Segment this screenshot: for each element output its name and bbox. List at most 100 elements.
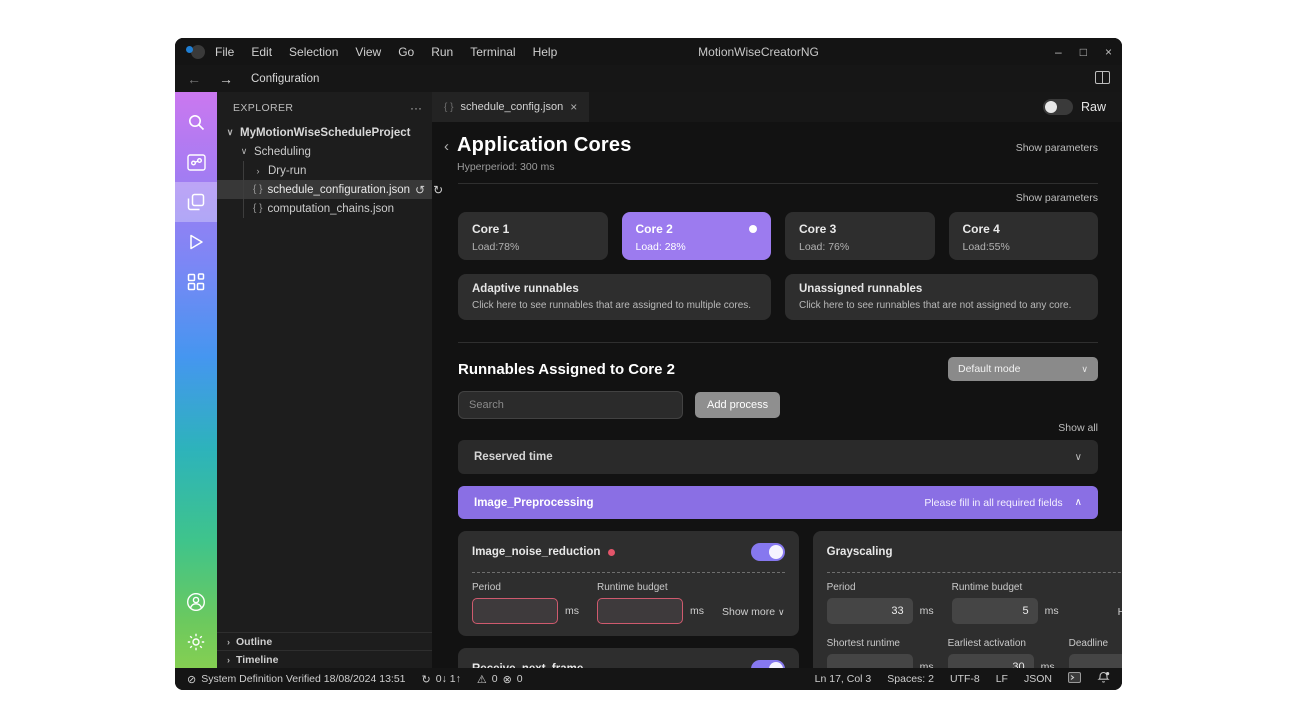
enable-toggle[interactable] <box>751 660 785 668</box>
settings-gear-icon[interactable] <box>175 622 217 662</box>
core-name: Core 3 <box>799 222 921 236</box>
divider <box>458 342 1098 343</box>
search-input[interactable] <box>458 391 683 419</box>
earliest-activation-input[interactable] <box>948 654 1034 668</box>
fields-row: Period ms Runtime budget <box>827 582 1122 624</box>
core-name: Core 2 <box>636 222 758 236</box>
reserved-time-panel[interactable]: Reserved time ∨ <box>458 440 1098 474</box>
outline-section[interactable]: › Outline <box>217 632 432 650</box>
menu-terminal[interactable]: Terminal <box>470 45 515 59</box>
chevron-up-icon: ∧ <box>1075 497 1082 508</box>
shortest-runtime-input[interactable] <box>827 654 913 668</box>
chevron-right-icon: › <box>227 655 230 665</box>
json-file-icon: { } <box>253 203 262 214</box>
tree-item-schedule-configuration[interactable]: { } schedule_configuration.json ↺ ↻ <box>217 180 432 199</box>
prompt-icon[interactable] <box>1068 672 1081 686</box>
image-preprocessing-header[interactable]: Image_Preprocessing Please fill in all r… <box>458 486 1098 519</box>
sync-file-icon[interactable]: ↻ <box>433 183 443 197</box>
hide-more-link[interactable]: Hide more ∧ <box>1118 606 1122 624</box>
runnables-section-title: Runnables Assigned to Core 2 <box>458 361 675 378</box>
system-definition-status[interactable]: ⊘ System Definition Verified 18/08/2024 … <box>187 673 406 686</box>
account-icon[interactable] <box>175 582 217 622</box>
page-title: Application Cores <box>457 134 632 157</box>
core-card-2[interactable]: Core 2 Load: 28% <box>622 212 772 260</box>
explorer-more-icon[interactable]: ··· <box>410 101 422 115</box>
forward-arrow-icon[interactable]: → <box>219 71 233 87</box>
discard-changes-icon[interactable]: ↺ <box>415 183 425 197</box>
show-all-link[interactable]: Show all <box>1058 422 1098 434</box>
runnable-header: Image_noise_reduction <box>472 543 785 561</box>
git-sync-status[interactable]: ↻ 0↓ 1↑ <box>422 673 461 686</box>
runtime-budget-field: Runtime budget ms <box>597 582 704 624</box>
tree-item-computation-chains[interactable]: { } computation_chains.json <box>217 199 432 218</box>
menu-go[interactable]: Go <box>398 45 414 59</box>
extensions-icon[interactable] <box>175 262 217 302</box>
pages-icon[interactable] <box>175 182 217 222</box>
period-input[interactable] <box>472 598 558 624</box>
timeline-section[interactable]: › Timeline <box>217 650 432 668</box>
language-mode[interactable]: JSON <box>1024 673 1052 685</box>
eol-setting[interactable]: LF <box>996 673 1008 685</box>
deadline-label: Deadline <box>1069 638 1122 649</box>
cursor-position[interactable]: Ln 17, Col 3 <box>815 673 872 685</box>
core-card-1[interactable]: Core 1 Load:78% <box>458 212 608 260</box>
activity-bar <box>175 92 217 668</box>
hyperperiod-label: Hyperperiod: 300 ms <box>457 161 632 173</box>
page-header: ‹ Application Cores Hyperperiod: 300 ms … <box>458 134 1098 173</box>
raw-toggle[interactable] <box>1043 99 1073 115</box>
explorer-sidebar: EXPLORER ··· ∨ MyMotionWiseScheduleProje… <box>217 92 432 668</box>
menu-file[interactable]: File <box>215 45 234 59</box>
menu-edit[interactable]: Edit <box>251 45 272 59</box>
tree-item-dry-run[interactable]: › Dry-run <box>217 161 432 180</box>
search-icon[interactable] <box>175 102 217 142</box>
core-load: Load:55% <box>963 241 1085 253</box>
run-icon[interactable] <box>175 222 217 262</box>
deadline-field: Deadline ms <box>1069 638 1122 668</box>
add-process-button[interactable]: Add process <box>695 392 780 418</box>
indentation-setting[interactable]: Spaces: 2 <box>887 673 934 685</box>
runnable-column-right: Grayscaling Period ms <box>813 531 1122 668</box>
tab-close-icon[interactable]: × <box>570 100 577 114</box>
encoding-setting[interactable]: UTF-8 <box>950 673 980 685</box>
menu-help[interactable]: Help <box>533 45 558 59</box>
adaptive-runnables-card[interactable]: Adaptive runnables Click here to see run… <box>458 274 771 320</box>
show-parameters-link-2[interactable]: Show parameters <box>1016 192 1098 204</box>
split-editor-icon[interactable] <box>1095 71 1110 87</box>
mode-dropdown[interactable]: Default mode ∨ <box>948 357 1098 381</box>
required-fields-warning: Please fill in all required fields <box>924 497 1062 509</box>
tree-item-scheduling[interactable]: ∨ Scheduling <box>217 142 432 161</box>
runtime-budget-input[interactable] <box>952 598 1038 624</box>
deadline-input[interactable] <box>1069 654 1122 668</box>
enable-toggle[interactable] <box>751 543 785 561</box>
status-bar: ⊘ System Definition Verified 18/08/2024 … <box>175 668 1122 690</box>
period-field: Period ms <box>472 582 579 624</box>
core-card-4[interactable]: Core 4 Load:55% <box>949 212 1099 260</box>
close-icon[interactable]: × <box>1105 45 1112 59</box>
tree-item-project[interactable]: ∨ MyMotionWiseScheduleProject <box>217 123 432 142</box>
problems-status[interactable]: ⚠ 0 ⊗ 0 <box>477 673 523 686</box>
menu-selection[interactable]: Selection <box>289 45 338 59</box>
runtime-budget-input[interactable] <box>597 598 683 624</box>
runnable-info-cards: Adaptive runnables Click here to see run… <box>458 274 1098 320</box>
error-icon: ⊗ <box>503 673 512 686</box>
back-arrow-icon[interactable]: ← <box>187 71 201 87</box>
tree-item-label: computation_chains.json <box>267 203 394 215</box>
show-parameters-link[interactable]: Show parameters <box>1016 134 1098 154</box>
system-definition-text: System Definition Verified 18/08/2024 13… <box>201 673 405 685</box>
scene-view-icon[interactable] <box>175 142 217 182</box>
period-input[interactable] <box>827 598 913 624</box>
menu-run[interactable]: Run <box>431 45 453 59</box>
core-card-3[interactable]: Core 3 Load: 76% <box>785 212 935 260</box>
tab-schedule-config[interactable]: { } schedule_config.json × <box>432 92 589 122</box>
maximize-icon[interactable]: □ <box>1080 45 1087 59</box>
menu-view[interactable]: View <box>355 45 381 59</box>
breadcrumb[interactable]: Configuration <box>251 73 319 85</box>
dashed-divider <box>827 572 1122 573</box>
show-more-link[interactable]: Show more ∨ <box>722 606 785 624</box>
unassigned-runnables-card[interactable]: Unassigned runnables Click here to see r… <box>785 274 1098 320</box>
app-logo-icon <box>185 44 207 60</box>
core-load: Load:78% <box>472 241 594 253</box>
notifications-bell-icon[interactable] <box>1097 671 1110 687</box>
minimize-icon[interactable]: – <box>1055 45 1062 59</box>
page-back-icon[interactable]: ‹ <box>444 138 449 155</box>
